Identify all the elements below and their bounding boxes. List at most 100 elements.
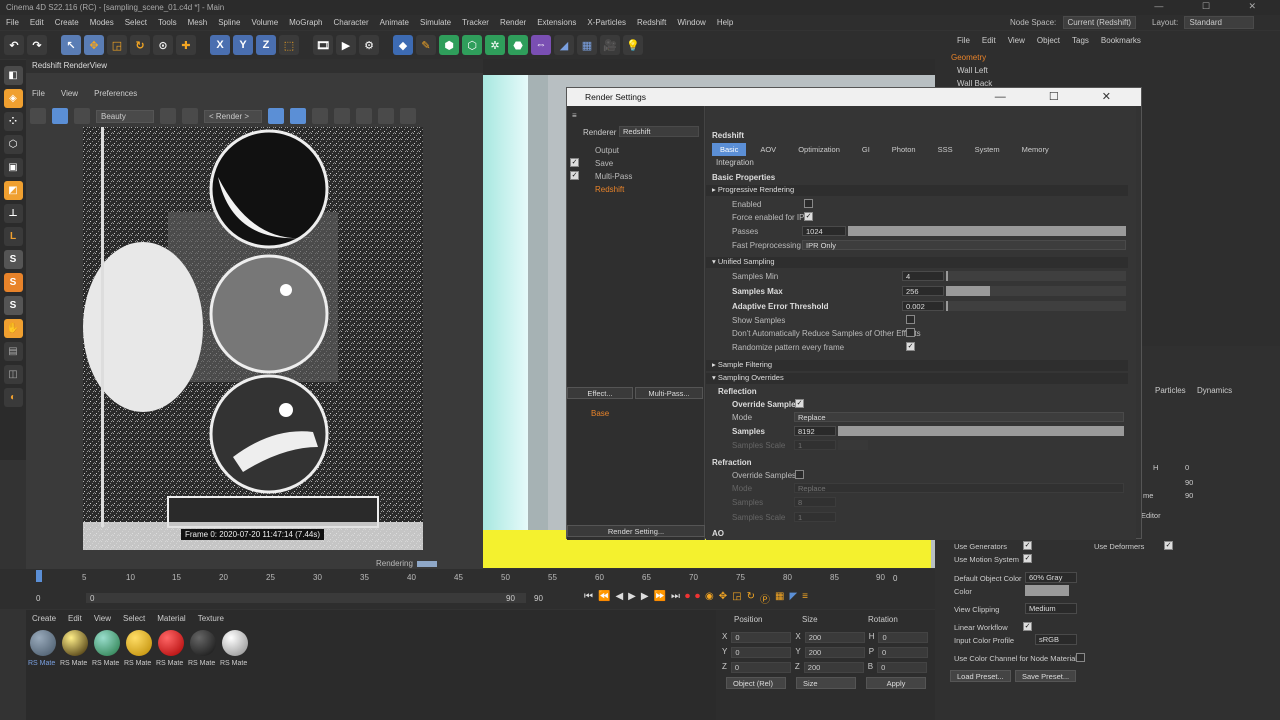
rv-grid-icon[interactable] [290, 108, 306, 124]
workplane-icon[interactable]: ⊥ [3, 204, 23, 223]
attr-input-color-profile-dropdown[interactable]: sRGB [1035, 634, 1077, 645]
menu-mograph[interactable]: MoGraph [289, 18, 322, 27]
tab-photon[interactable]: Photon [884, 143, 924, 156]
node-space-dropdown[interactable]: Current (Redshift) [1062, 16, 1137, 29]
refl-samples-slider[interactable] [838, 426, 1124, 436]
rot-b-field[interactable]: 0 [877, 662, 928, 673]
dont-reduce-checkbox[interactable] [906, 328, 915, 337]
enabled-checkbox[interactable] [804, 199, 813, 208]
key-pla-icon[interactable]: ▦ [775, 591, 784, 606]
attr-tab-particles[interactable]: Particles [1155, 386, 1186, 395]
menu-redshift[interactable]: Redshift [637, 18, 666, 27]
tree-save-checkbox[interactable]: ✓ [570, 158, 579, 167]
attr-use-generators-checkbox[interactable]: ✓ [1023, 541, 1032, 550]
material-thumb-7[interactable] [222, 630, 248, 656]
menu-file[interactable]: File [6, 18, 19, 27]
key-scale-icon[interactable]: ◲ [732, 591, 741, 606]
menu-create[interactable]: Create [55, 18, 79, 27]
deformer-icon[interactable]: ⇔ [531, 35, 551, 55]
render-output-image[interactable] [83, 127, 423, 550]
z-axis-icon[interactable]: Z [256, 35, 276, 55]
effect-button[interactable]: Effect... [567, 387, 633, 399]
sampling-overrides-section[interactable]: ▾ Sampling Overrides [706, 373, 1128, 384]
coord-mode-dropdown[interactable]: Object (Rel) [726, 677, 786, 689]
rv-refresh-icon[interactable] [74, 108, 90, 124]
tree-item-output[interactable]: Output [595, 146, 619, 155]
obj-menu-file[interactable]: File [957, 36, 970, 45]
tree-item-redshift[interactable]: Redshift [595, 185, 624, 194]
menu-spline[interactable]: Spline [218, 18, 240, 27]
tab-memory[interactable]: Memory [1014, 143, 1057, 156]
obj-menu-tags[interactable]: Tags [1072, 36, 1089, 45]
attr-default-object-color-dropdown[interactable]: 60% Gray [1025, 572, 1077, 583]
attr-value-90a[interactable]: 90 [1185, 478, 1193, 487]
obj-menu-edit[interactable]: Edit [982, 36, 996, 45]
prev-key-icon[interactable]: ⏪ [598, 591, 610, 606]
rv-target-icon[interactable] [356, 108, 372, 124]
renderer-dropdown[interactable]: Redshift [619, 126, 699, 137]
refl-mode-dropdown[interactable]: Replace [794, 412, 1124, 422]
pen-icon[interactable]: ✎ [416, 35, 436, 55]
tab-sss[interactable]: SSS [930, 143, 961, 156]
mat-menu-create[interactable]: Create [32, 614, 56, 623]
goto-end-icon[interactable]: ⏭ [671, 591, 680, 606]
cloner-icon[interactable]: ✲ [485, 35, 505, 55]
material-thumb-3[interactable] [94, 630, 120, 656]
next-frame-icon[interactable]: ▶ [641, 591, 649, 606]
rv-fit-icon[interactable] [378, 108, 394, 124]
randomize-checkbox[interactable]: ✓ [906, 342, 915, 351]
aov-dropdown[interactable]: Beauty [96, 109, 154, 123]
mat-menu-material[interactable]: Material [157, 614, 185, 623]
attr-color-swatch[interactable] [1025, 585, 1069, 596]
size-x-field[interactable]: 200 [804, 632, 865, 643]
size-z-field[interactable]: 200 [803, 662, 864, 673]
coordinate-system-icon[interactable]: ⬚ [279, 35, 299, 55]
render-setting-button[interactable]: Render Setting... [567, 525, 705, 537]
mat-menu-texture[interactable]: Texture [198, 614, 224, 623]
object-item-wall-left[interactable]: Wall Left [957, 66, 988, 75]
attr-tab-dynamics[interactable]: Dynamics [1197, 386, 1232, 395]
obj-menu-bookmarks[interactable]: Bookmarks [1101, 36, 1141, 45]
tree-item-multipass[interactable]: Multi-Pass [595, 172, 632, 181]
samples-max-field[interactable]: 256 [902, 286, 944, 296]
load-preset-button[interactable]: Load Preset... [950, 670, 1011, 682]
render-settings-icon[interactable]: ⚙ [359, 35, 379, 55]
menu-mesh[interactable]: Mesh [188, 18, 208, 27]
tab-integration[interactable]: Integration [716, 158, 754, 167]
rv-sun-icon[interactable] [312, 108, 328, 124]
sample-filtering-section[interactable]: ▸ Sample Filtering [706, 360, 1128, 371]
recent-tool-icon[interactable]: ⊙ [153, 35, 173, 55]
rv-fullscreen-icon[interactable] [400, 108, 416, 124]
material-thumb-2[interactable] [62, 630, 88, 656]
aet-slider[interactable] [946, 301, 1126, 311]
play-icon[interactable]: ▶ [628, 591, 636, 606]
key-param-icon[interactable]: Ⓟ [760, 591, 770, 606]
rv-menu-file[interactable]: File [32, 89, 45, 102]
snap-icon[interactable]: S [3, 250, 23, 269]
show-samples-checkbox[interactable] [906, 315, 915, 324]
generator-icon[interactable]: ⬡ [462, 35, 482, 55]
tree-multipass-checkbox[interactable]: ✓ [570, 171, 579, 180]
object-axis-icon[interactable]: ◩ [3, 181, 23, 200]
move-tool-icon[interactable]: ✥ [84, 35, 104, 55]
rv-snapshot-icon[interactable] [160, 108, 176, 124]
edges-mode-icon[interactable]: ⬡ [3, 135, 23, 154]
menu-window[interactable]: Window [677, 18, 705, 27]
material-thumb-5[interactable] [158, 630, 184, 656]
light-icon[interactable]: 💡 [623, 35, 643, 55]
floor-icon[interactable]: ▦ [577, 35, 597, 55]
force-ipr-checkbox[interactable]: ✓ [804, 212, 813, 221]
y-axis-icon[interactable]: Y [233, 35, 253, 55]
menu-volume[interactable]: Volume [251, 18, 278, 27]
size-y-field[interactable]: 200 [804, 647, 865, 658]
tab-gi[interactable]: GI [854, 143, 878, 156]
rv-menu-preferences[interactable]: Preferences [94, 89, 137, 102]
points-mode-icon[interactable]: ⁘ [3, 112, 23, 131]
mograph-icon[interactable]: ⬣ [508, 35, 528, 55]
layout-dropdown[interactable]: Standard [1184, 16, 1255, 29]
keyframe-selection-icon[interactable]: ◉ [705, 591, 714, 606]
key-position-icon[interactable]: ✥ [719, 591, 727, 606]
menu-render[interactable]: Render [500, 18, 526, 27]
menu-tools[interactable]: Tools [158, 18, 177, 27]
attr-value-90b[interactable]: 90 [1185, 491, 1193, 500]
